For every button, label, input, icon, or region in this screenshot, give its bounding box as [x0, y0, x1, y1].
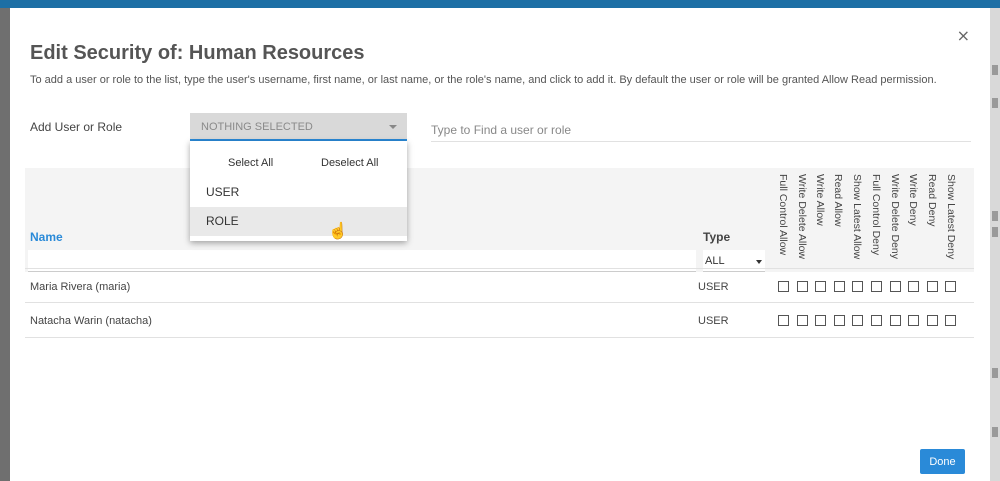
app-header-bar	[0, 0, 1000, 8]
select-all-button[interactable]: Select All	[228, 157, 273, 169]
scroll-marker	[992, 368, 998, 378]
checkbox-full-control-allow[interactable]	[778, 315, 789, 326]
checkbox-full-control-deny[interactable]	[871, 281, 882, 292]
scroll-marker	[992, 65, 998, 75]
table-row: Natacha Warin (natacha) USER	[25, 303, 974, 338]
table-header: Name Type ALL Full Control Allow Write D…	[25, 168, 974, 272]
perm-header-write-delete-allow: Write Delete Allow	[796, 174, 808, 260]
perm-header-write-delete-deny: Write Delete Deny	[889, 174, 901, 260]
add-user-role-label: Add User or Role	[30, 120, 123, 134]
chevron-down-icon	[389, 125, 397, 129]
checkbox-write-delete-allow[interactable]	[797, 315, 808, 326]
perm-header-full-control-deny: Full Control Deny	[870, 174, 882, 256]
edit-security-dialog: × Edit Security of: Human Resources To a…	[10, 8, 990, 481]
checkbox-write-delete-deny[interactable]	[890, 281, 901, 292]
table-row: Maria Rivera (maria) USER	[25, 268, 974, 303]
scroll-marker	[992, 98, 998, 108]
checkbox-show-latest-allow[interactable]	[852, 281, 863, 292]
find-user-role-input[interactable]	[431, 118, 971, 142]
checkbox-read-deny[interactable]	[927, 281, 938, 292]
checkbox-write-allow[interactable]	[815, 315, 826, 326]
checkbox-read-deny[interactable]	[927, 315, 938, 326]
hand-cursor-icon: ☝	[328, 223, 348, 240]
dropdown-option-label: ROLE	[206, 214, 239, 228]
row-type: USER	[698, 315, 729, 327]
row-name: Natacha Warin (natacha)	[30, 315, 152, 327]
checkbox-read-allow[interactable]	[834, 281, 845, 292]
checkbox-write-deny[interactable]	[908, 281, 919, 292]
type-filter-value: ALL	[705, 255, 725, 267]
checkbox-write-deny[interactable]	[908, 315, 919, 326]
row-type: USER	[698, 281, 729, 293]
scroll-marker	[992, 427, 998, 437]
perm-header-show-latest-allow: Show Latest Allow	[851, 174, 863, 260]
perm-header-show-latest-deny: Show Latest Deny	[945, 174, 957, 260]
caret-down-icon	[756, 260, 762, 264]
checkbox-show-latest-allow[interactable]	[852, 315, 863, 326]
done-button[interactable]: Done	[920, 449, 965, 474]
row-name: Maria Rivera (maria)	[30, 281, 131, 293]
user-role-type-select[interactable]: NOTHING SELECTED	[190, 113, 407, 141]
scroll-marker	[992, 227, 998, 237]
perm-header-write-allow: Write Allow	[814, 174, 826, 226]
checkbox-write-delete-deny[interactable]	[890, 315, 901, 326]
perm-header-read-allow: Read Allow	[832, 174, 844, 227]
background-scrollbar	[990, 8, 1000, 481]
checkbox-full-control-allow[interactable]	[778, 281, 789, 292]
checkbox-show-latest-deny[interactable]	[945, 315, 956, 326]
checkbox-write-delete-allow[interactable]	[797, 281, 808, 292]
dropdown-option-role[interactable]: ROLE ☝	[190, 207, 407, 240]
type-column-header: Type	[703, 230, 731, 244]
close-icon[interactable]: ×	[957, 26, 970, 45]
scroll-marker	[992, 211, 998, 221]
dialog-description: To add a user or role to the list, type …	[30, 74, 937, 86]
checkbox-write-allow[interactable]	[815, 281, 826, 292]
select-value: NOTHING SELECTED	[201, 121, 313, 133]
perm-header-write-deny: Write Deny	[907, 174, 919, 226]
deselect-all-button[interactable]: Deselect All	[321, 157, 378, 169]
perm-header-read-deny: Read Deny	[926, 174, 938, 227]
checkbox-full-control-deny[interactable]	[871, 315, 882, 326]
dropdown-option-user[interactable]: USER	[190, 178, 407, 207]
perm-header-full-control-allow: Full Control Allow	[777, 174, 789, 256]
user-role-dropdown-menu: Select All Deselect All USER ROLE ☝	[190, 141, 407, 241]
checkbox-read-allow[interactable]	[834, 315, 845, 326]
checkbox-show-latest-deny[interactable]	[945, 281, 956, 292]
name-column-header[interactable]: Name	[30, 230, 63, 244]
dialog-title: Edit Security of: Human Resources	[30, 42, 365, 64]
